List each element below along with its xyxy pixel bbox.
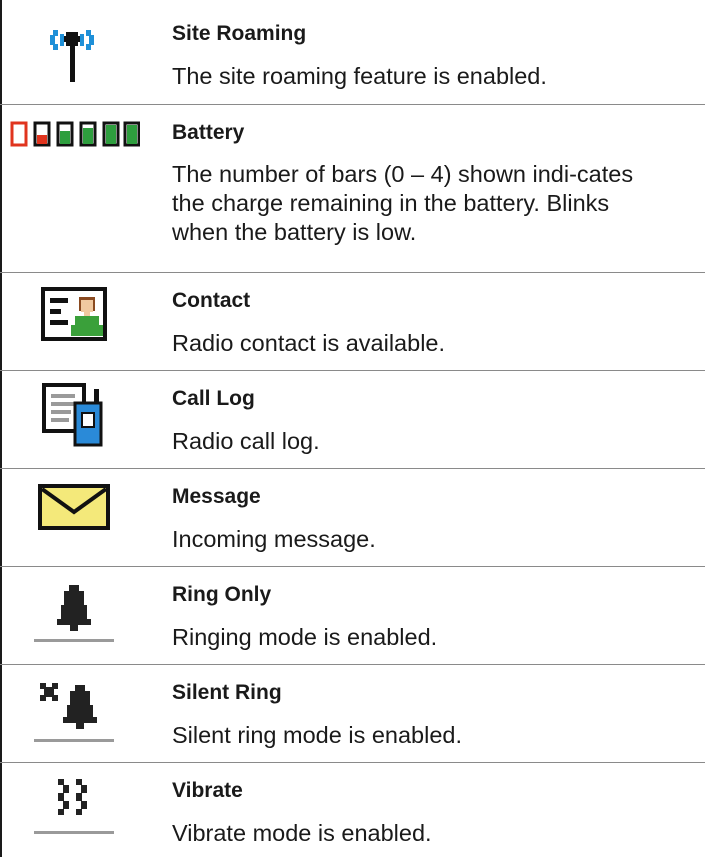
text-cell: Silent Ring Silent ring mode is enabled. <box>172 665 705 763</box>
table-row-call-log: Call Log Radio call log. <box>0 371 705 469</box>
row-title: Silent Ring <box>172 681 282 704</box>
icon-cell <box>0 763 160 857</box>
table-row-silent-ring: Silent Ring Silent ring mode is enabled. <box>0 665 705 763</box>
text-cell: Contact Radio contact is available. <box>172 273 705 371</box>
table-row-site-roaming: Site Roaming The site roaming feature is… <box>0 0 705 105</box>
row-title: Contact <box>172 289 251 312</box>
text-cell: Vibrate Vibrate mode is enabled. <box>172 763 705 857</box>
row-title: Message <box>172 485 261 508</box>
row-description: Radio call log. <box>172 428 320 454</box>
table-row-contact: Contact Radio contact is available. <box>0 273 705 371</box>
table-row-ring-only: Ring Only Ringing mode is enabled. <box>0 567 705 665</box>
icon-cell <box>0 665 160 763</box>
table-row-battery: Battery The number of bars (0 – 4) shown… <box>0 105 705 273</box>
ring-only-icon <box>34 585 114 642</box>
text-cell: Call Log Radio call log. <box>172 371 705 469</box>
icon-table: Site Roaming The site roaming feature is… <box>0 0 705 857</box>
text-cell: Ring Only Ringing mode is enabled. <box>172 567 705 665</box>
row-title: Site Roaming <box>172 22 307 45</box>
icon-cell <box>0 567 160 665</box>
call-log-icon <box>42 383 103 447</box>
row-title: Battery <box>172 121 245 144</box>
row-description: Silent ring mode is enabled. <box>172 722 463 748</box>
battery-icon <box>10 121 140 147</box>
row-description: Vibrate mode is enabled. <box>172 820 432 846</box>
site-roaming-icon <box>50 30 94 82</box>
row-description: Ringing mode is enabled. <box>172 624 438 650</box>
row-description: The number of bars (0 – 4) shown indi-ca… <box>172 161 634 245</box>
icon-cell <box>0 469 160 567</box>
message-icon <box>38 484 110 530</box>
row-description: The site roaming feature is enabled. <box>172 63 547 89</box>
text-cell: Site Roaming The site roaming feature is… <box>172 0 705 105</box>
icon-cell <box>0 105 160 273</box>
silent-ring-icon <box>34 683 114 742</box>
icon-cell <box>0 371 160 469</box>
icon-cell <box>0 0 160 105</box>
row-description: Radio contact is available. <box>172 330 446 356</box>
text-cell: Battery The number of bars (0 – 4) shown… <box>172 105 705 273</box>
contact-icon <box>41 287 107 341</box>
row-title: Vibrate <box>172 779 243 802</box>
icon-cell <box>0 273 160 371</box>
table-row-vibrate: Vibrate Vibrate mode is enabled. <box>0 763 705 857</box>
row-description: Incoming message. <box>172 526 376 552</box>
table-row-message: Message Incoming message. <box>0 469 705 567</box>
row-title: Ring Only <box>172 583 272 606</box>
vibrate-icon <box>34 779 114 834</box>
text-cell: Message Incoming message. <box>172 469 705 567</box>
row-title: Call Log <box>172 387 255 410</box>
